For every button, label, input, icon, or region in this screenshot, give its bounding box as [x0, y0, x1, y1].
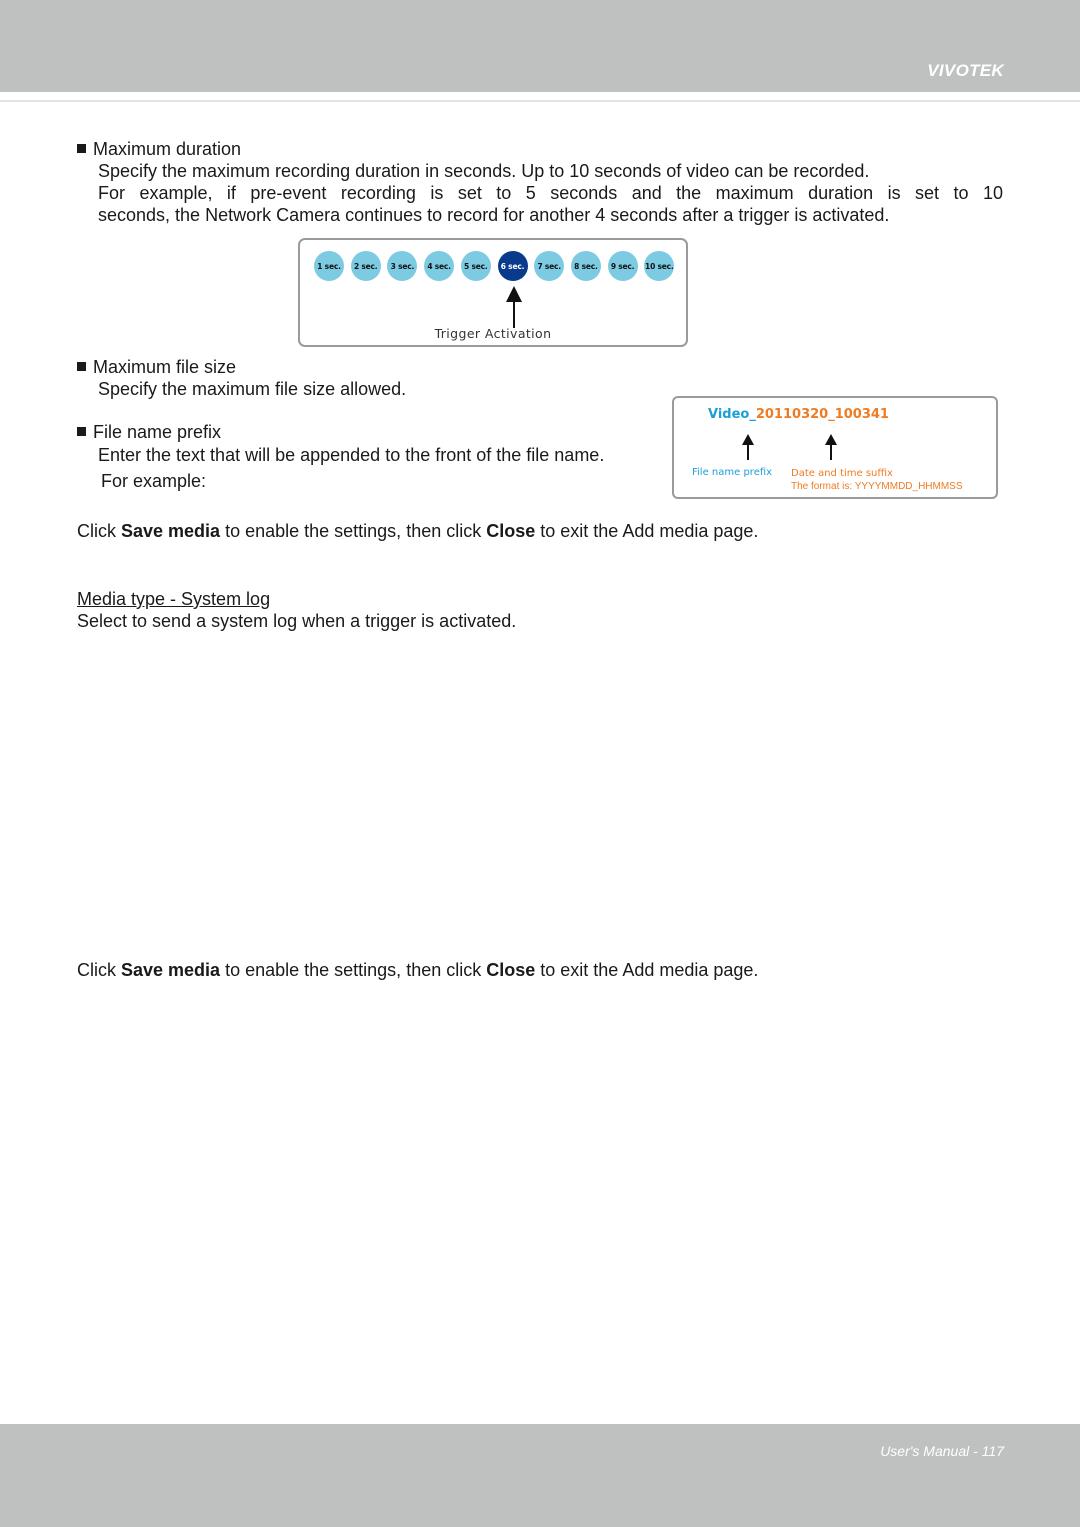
arrow-up-icon — [506, 286, 522, 328]
page-number: User's Manual - 117 — [880, 1443, 1004, 1459]
timeline-second-1: 1 sec. — [314, 251, 344, 281]
arrow-up-icon — [825, 434, 837, 460]
timeline-second-10: 10 sec. — [644, 251, 675, 281]
recording-timeline-figure: 1 sec. 2 sec. 3 sec. 4 sec. 5 sec. 6 sec. 7 se… — [298, 238, 688, 347]
filename-suffix-part: 20110320_100341 — [755, 407, 889, 422]
timeline-second-7: 7 sec. — [534, 251, 565, 281]
timeline-second-3: 3 sec. — [387, 251, 418, 281]
timeline-second-5: 5 sec. — [460, 251, 491, 281]
brand-logo: VIVOTEK — [927, 61, 1004, 80]
timeline-second-2: 2 sec. — [350, 251, 381, 281]
timeline-second-6: 6 sec. — [497, 251, 528, 281]
save-media-note: Click Save media to enable the settings,… — [77, 960, 759, 980]
format-label: The format is: YYYYMMDD_HHMMSS — [791, 481, 963, 492]
filename-prefix-part: Video_ — [708, 407, 756, 422]
system-log-heading: Media type - System log — [77, 589, 271, 609]
file-name-prefix-desc: Enter the text that will be appended to … — [98, 445, 605, 465]
timeline-second-4: 4 sec. — [424, 251, 455, 281]
bullet-icon — [77, 427, 86, 436]
filename-example-figure: Video_20110320_100341 File name prefix D… — [672, 396, 998, 499]
timeline-second-8: 8 sec. — [570, 251, 601, 281]
file-name-prefix-heading: File name prefix — [77, 421, 221, 443]
timeline-second-9: 9 sec. — [607, 251, 638, 281]
suffix-label: Date and time suffix — [791, 468, 893, 479]
max-file-size-desc: Specify the maximum file size allowed. — [98, 379, 407, 399]
bullet-icon — [77, 144, 86, 153]
system-log-desc: Select to send a system log when a trigg… — [77, 611, 517, 631]
example-filename: Video_20110320_100341 — [708, 407, 889, 422]
page-header: VIVOTEK — [0, 0, 1080, 92]
header-divider — [0, 100, 1080, 102]
bullet-icon — [77, 362, 86, 371]
page-footer: User's Manual - 117 — [0, 1424, 1080, 1527]
prefix-label: File name prefix — [692, 467, 773, 478]
trigger-activation-label: Trigger Activation — [434, 326, 552, 341]
max-duration-heading: Maximum duration — [77, 138, 241, 160]
max-duration-desc-1: Specify the maximum recording duration i… — [98, 161, 870, 181]
save-media-note: Click Save media to enable the settings,… — [77, 521, 759, 541]
arrow-up-icon — [742, 434, 754, 460]
max-duration-desc-2: For example, if pre-event recording is s… — [98, 183, 1003, 203]
file-name-prefix-example: For example: — [101, 471, 207, 491]
suffix-label-group: Date and time suffix The format is: YYYY… — [791, 467, 963, 493]
max-file-size-heading: Maximum file size — [77, 356, 236, 378]
max-duration-desc-3: seconds, the Network Camera continues to… — [98, 205, 890, 225]
